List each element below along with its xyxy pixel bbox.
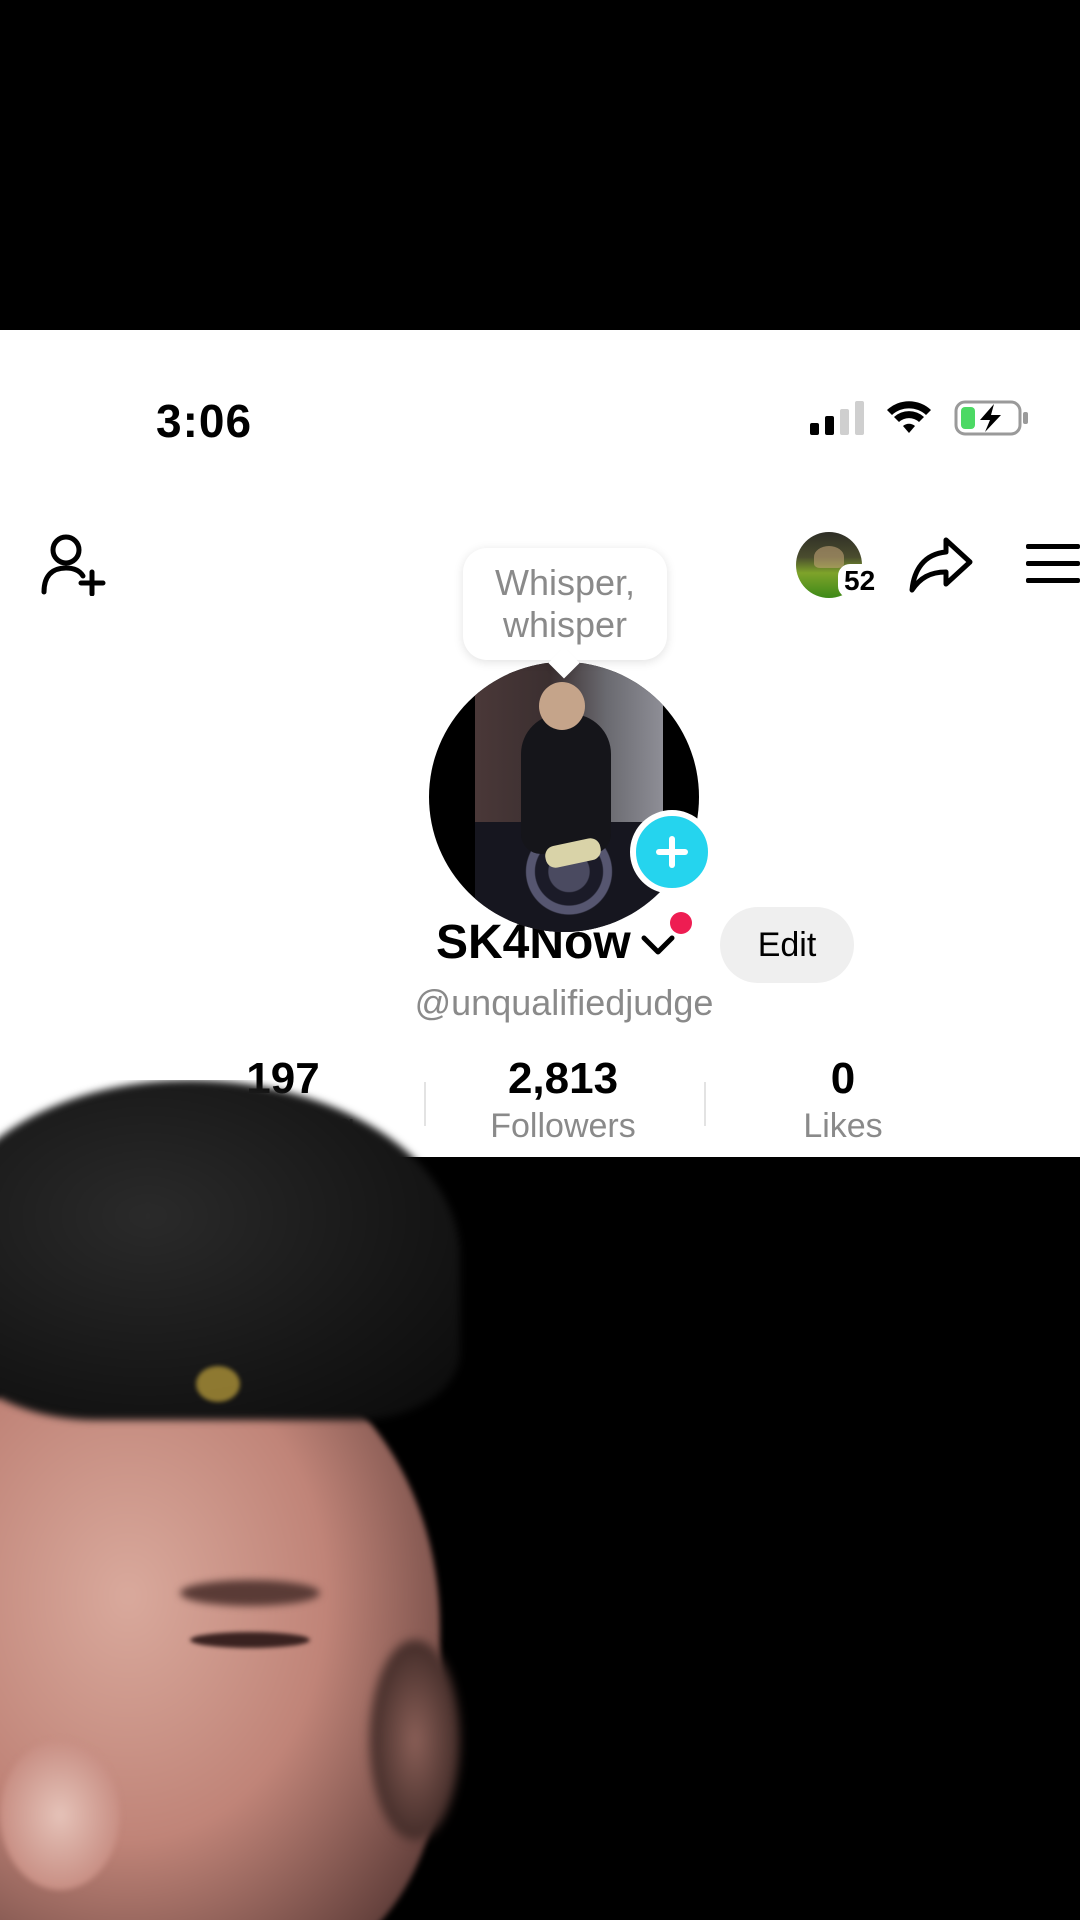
add-story-plus-icon[interactable]: [630, 810, 714, 894]
whisper-tooltip[interactable]: Whisper, whisper: [463, 548, 667, 679]
cellular-signal-icon: [810, 401, 864, 435]
facecam-eye: [190, 1632, 310, 1648]
share-arrow-icon[interactable]: [908, 534, 974, 594]
notification-avatar[interactable]: 52: [796, 532, 882, 602]
add-user-icon[interactable]: [40, 532, 108, 596]
photo-figure: [521, 714, 611, 854]
account-notification-dot: [670, 912, 692, 934]
chevron-down-icon[interactable]: [640, 934, 676, 956]
edit-profile-button[interactable]: Edit: [720, 907, 854, 983]
beanie-logo: [196, 1366, 240, 1402]
notification-count: 52: [838, 564, 882, 598]
status-icons: [810, 400, 1030, 436]
profile-screenshot: 3:06 52 Whisper, whisper SK4Now Edit @un…: [0, 330, 1080, 1157]
facecam-video: [0, 1080, 470, 1920]
facecam-brow: [180, 1580, 320, 1606]
facecam-ear: [370, 1640, 460, 1840]
photo-head: [539, 682, 585, 730]
likes-count: 0: [830, 1054, 856, 1103]
facecam-nose: [0, 1740, 120, 1890]
status-time: 3:06: [156, 395, 253, 447]
avatar-photo: [475, 662, 663, 932]
username-handle: @unqualifiedjudge: [414, 982, 714, 1023]
top-letterbox: [0, 0, 1080, 330]
stat-likes[interactable]: 0 Likes: [703, 1054, 983, 1148]
wifi-icon: [887, 401, 931, 433]
hamburger-menu-icon[interactable]: [1024, 542, 1080, 586]
battery-charging-icon: [954, 400, 1028, 436]
tooltip-text: Whisper, whisper: [494, 562, 636, 645]
likes-label: Likes: [803, 1107, 883, 1145]
screen: 3:06 52 Whisper, whisper SK4Now Edit @un…: [0, 0, 1080, 1920]
